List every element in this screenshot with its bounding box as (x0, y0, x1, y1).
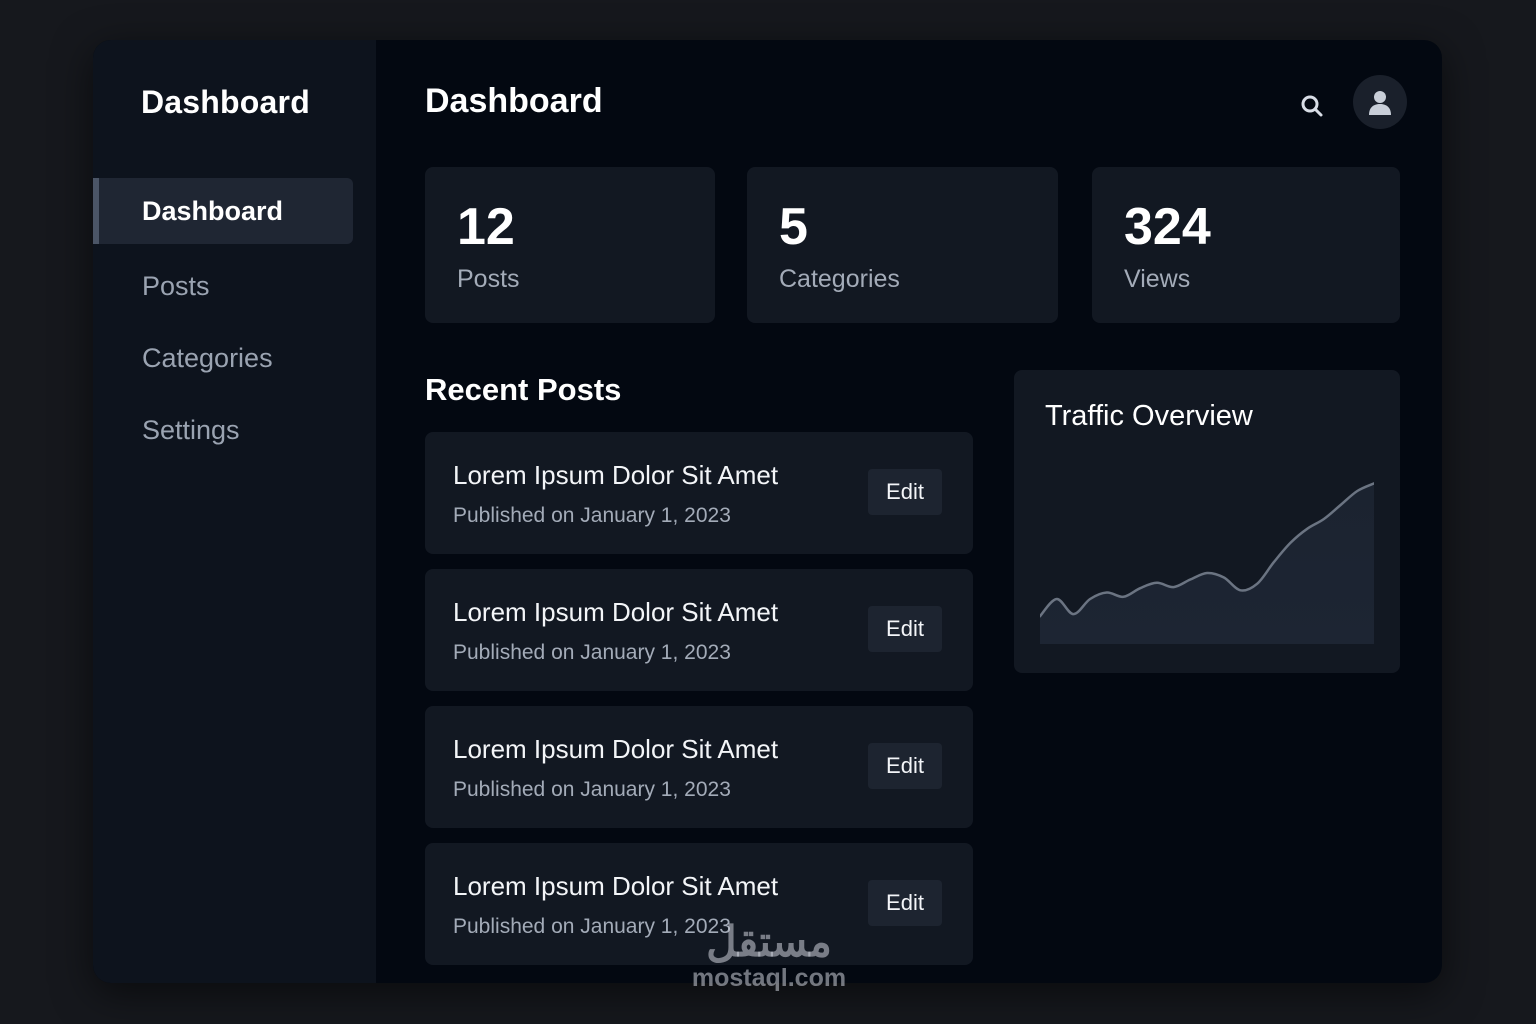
user-icon (1369, 91, 1391, 115)
stat-card-categories: 5 Categories (747, 167, 1058, 323)
page-title: Dashboard (425, 82, 603, 120)
traffic-overview-card: Traffic Overview (1014, 370, 1400, 673)
edit-button[interactable]: Edit (868, 606, 942, 652)
mostaql-watermark: مستقل mostaql.com (676, 918, 862, 993)
app-window: Dashboard Dashboard Posts Categories Set… (93, 40, 1442, 983)
stat-value: 5 (779, 198, 808, 256)
traffic-chart (1040, 482, 1374, 644)
stat-card-views: 324 Views (1092, 167, 1400, 323)
post-card: Lorem Ipsum Dolor Sit Amet Published on … (425, 569, 973, 691)
post-card: Lorem Ipsum Dolor Sit Amet Published on … (425, 432, 973, 554)
traffic-overview-title: Traffic Overview (1045, 400, 1253, 432)
main-content: Dashboard 12 Posts 5 Categories 324 View… (376, 40, 1442, 983)
recent-posts-title: Recent Posts (425, 372, 622, 407)
stat-label: Categories (779, 265, 900, 293)
traffic-area (1040, 483, 1374, 644)
post-title: Lorem Ipsum Dolor Sit Amet (453, 597, 779, 627)
sidebar-item-label: Categories (142, 342, 273, 373)
post-date: Published on January 1, 2023 (453, 778, 731, 801)
watermark-latin-text: mostaql.com (691, 964, 847, 992)
post-title: Lorem Ipsum Dolor Sit Amet (453, 734, 779, 764)
sidebar-item-posts[interactable]: Posts (93, 253, 353, 319)
sidebar-title: Dashboard (141, 84, 310, 120)
avatar-button[interactable] (1353, 75, 1407, 129)
post-date: Published on January 1, 2023 (453, 504, 731, 527)
sidebar: Dashboard Dashboard Posts Categories Set… (93, 40, 376, 983)
stat-value: 324 (1124, 198, 1211, 256)
stat-label: Posts (457, 265, 520, 293)
sidebar-item-categories[interactable]: Categories (93, 325, 353, 391)
post-title: Lorem Ipsum Dolor Sit Amet (453, 460, 779, 490)
post-title: Lorem Ipsum Dolor Sit Amet (453, 871, 779, 901)
search-icon (1301, 95, 1323, 117)
sidebar-item-settings[interactable]: Settings (93, 397, 353, 463)
stat-card-posts: 12 Posts (425, 167, 715, 323)
edit-button[interactable]: Edit (868, 743, 942, 789)
sidebar-item-dashboard[interactable]: Dashboard (93, 178, 353, 244)
post-date: Published on January 1, 2023 (453, 641, 731, 664)
post-card: Lorem Ipsum Dolor Sit Amet Published on … (425, 706, 973, 828)
stat-label: Views (1124, 265, 1191, 293)
stat-value: 12 (457, 198, 515, 256)
edit-button[interactable]: Edit (868, 880, 942, 926)
search-button[interactable] (1292, 86, 1332, 126)
sidebar-item-label: Dashboard (142, 195, 284, 226)
watermark-arabic-text: مستقل (706, 918, 832, 965)
edit-button[interactable]: Edit (868, 469, 942, 515)
sidebar-item-label: Posts (142, 270, 210, 301)
sidebar-item-label: Settings (142, 414, 240, 445)
